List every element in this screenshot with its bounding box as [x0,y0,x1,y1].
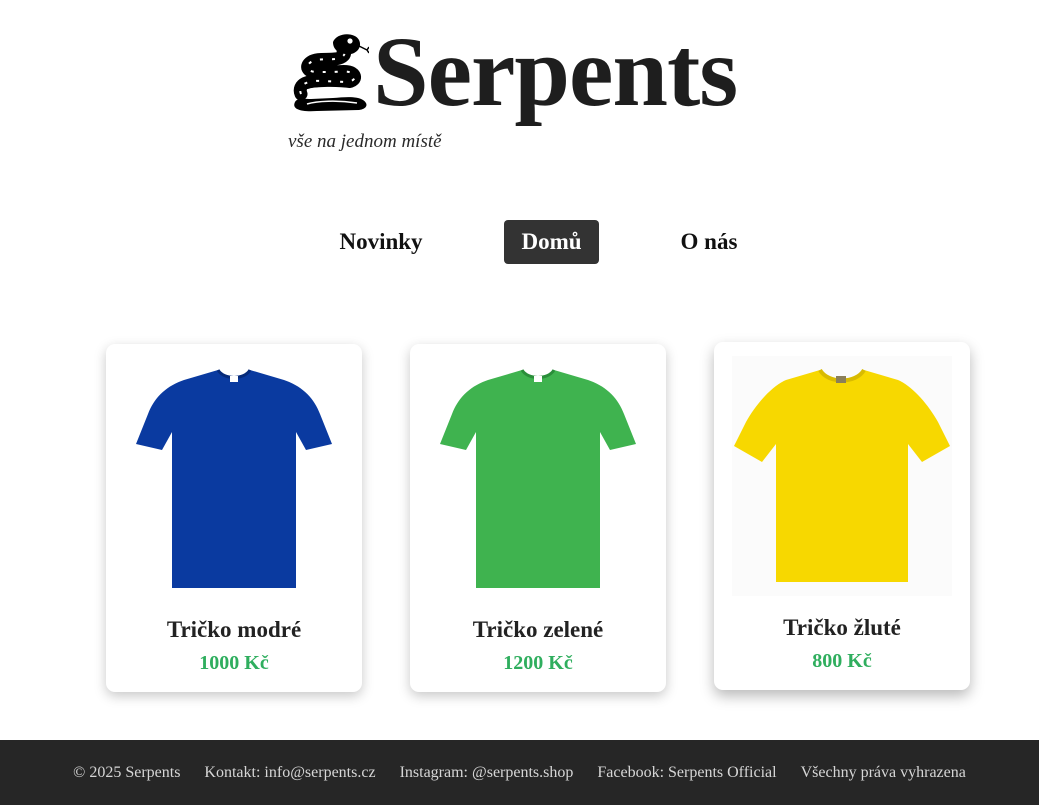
site-footer: © 2025 Serpents Kontakt: info@serpents.c… [0,740,1039,805]
product-price: 800 Kč [812,650,872,672]
nav-item-o-nas[interactable]: O nás [664,220,754,264]
yellow-tshirt-image [732,356,952,596]
footer-copyright: © 2025 Serpents [73,763,181,781]
product-price: 1200 Kč [503,652,573,674]
blue-tshirt-image [136,369,332,588]
site-header: Serpents vše na jednom místě [0,0,1039,170]
product-card-green[interactable]: Tričko zelené 1200 Kč [410,344,666,692]
product-name[interactable]: Tričko žluté [714,615,970,641]
product-card-blue[interactable]: Tričko modré 1000 Kč [106,344,362,692]
main-nav: Novinky Domů O nás [0,220,1039,264]
product-card-yellow[interactable]: Tričko žluté 800 Kč [714,342,970,690]
footer-instagram[interactable]: Instagram: @serpents.shop [400,764,574,782]
green-tshirt-image [440,369,636,588]
product-name[interactable]: Tričko zelené [410,617,666,643]
nav-item-domu[interactable]: Domů [504,220,599,264]
brand-name: Serpents [373,16,738,127]
product-price: 1000 Kč [199,652,269,674]
snake-icon [293,34,369,112]
nav-item-novinky[interactable]: Novinky [322,220,440,264]
product-name[interactable]: Tričko modré [106,617,362,643]
tagline: vše na jednom místě [288,131,442,152]
logo[interactable]: Serpents [287,16,738,127]
footer-facebook[interactable]: Facebook: Serpents Official [597,764,776,782]
footer-contact[interactable]: Kontakt: info@serpents.cz [204,764,375,782]
footer-rights: Všechny práva vyhrazena [800,763,966,781]
